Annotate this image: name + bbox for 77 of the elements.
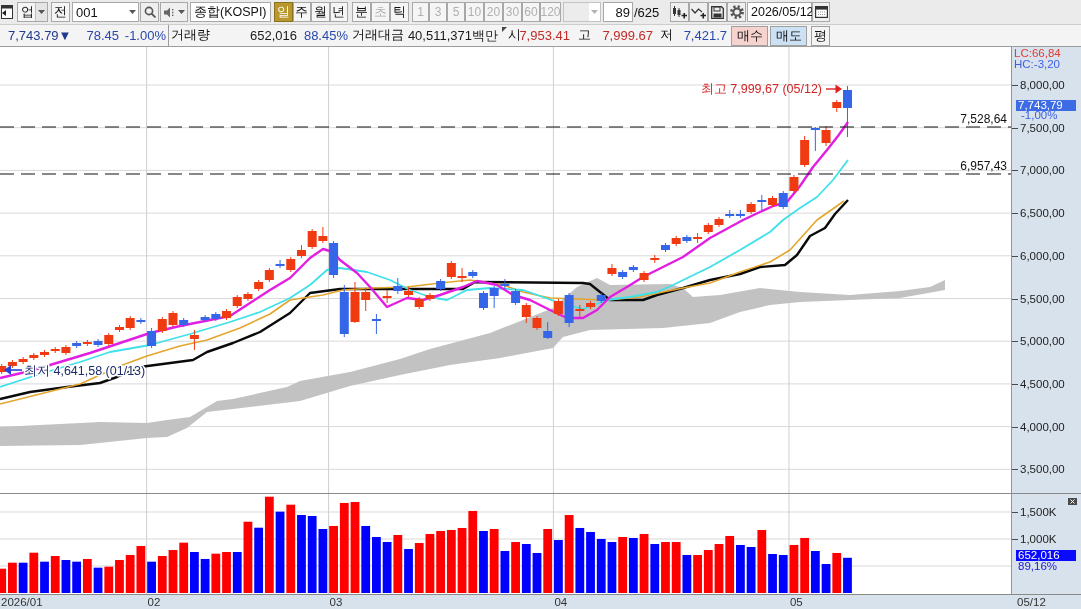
axis-label: 8,000,00 [1020, 79, 1065, 91]
volume-ratio-label: 89,16% [1018, 561, 1057, 572]
indicator-label: LC:66,84 [1014, 48, 1061, 59]
pointer-arrow [825, 84, 842, 94]
order-button[interactable]: 평 [811, 25, 830, 46]
level-label: 6,957,43 [960, 159, 1007, 173]
quote-value: -1.00% [124, 28, 166, 43]
quote-label: 거래량 [171, 27, 210, 44]
quote-value: 7,999.67 [602, 28, 653, 43]
corner-triangle-icon [502, 27, 507, 32]
current-volume-label: 652,016 [1016, 550, 1076, 561]
save-button[interactable] [708, 2, 727, 22]
current-price-label: 7,743,79 [1016, 100, 1076, 111]
quote-label: 시 [508, 27, 521, 44]
candlestick-add-icon [672, 5, 687, 19]
name-field[interactable]: 종합(KOSPI) [190, 2, 271, 22]
quote-label: 거래대금 [352, 27, 404, 44]
high-price-label: 최고 7,999,67 (05/12) [700, 82, 822, 96]
search-icon [143, 6, 156, 18]
save-icon [711, 5, 724, 19]
settings-button[interactable] [727, 2, 746, 22]
line-add-icon [691, 5, 706, 19]
quote-label: 저 [659, 27, 673, 44]
window-icon[interactable] [1, 4, 13, 20]
axis-label: 1,000K [1020, 533, 1057, 545]
quote-value: 7,743.79▼ [8, 28, 72, 43]
speaker-icon [163, 6, 175, 18]
settings-icon [729, 5, 744, 19]
quote-value: 78.45 [86, 28, 119, 43]
current-change-label: -1,00% [1021, 110, 1058, 121]
quote-label: 고 [578, 27, 591, 44]
quote-value: 652,016 [250, 28, 297, 43]
date-label: 05 [789, 596, 803, 609]
sound-button[interactable] [160, 2, 188, 22]
add-candle-button[interactable] [670, 2, 689, 22]
axis-label: 4,500,00 [1020, 377, 1065, 390]
axis-label: 4,000,00 [1020, 420, 1065, 433]
market-dropdown[interactable]: 업 [17, 2, 48, 22]
add-line-button[interactable] [689, 2, 708, 22]
period-tab[interactable]: 틱 [390, 2, 409, 22]
caret-icon [591, 10, 598, 14]
order-button[interactable]: 매수 [731, 25, 768, 46]
close-icon[interactable] [1068, 498, 1077, 505]
quote-value: 88.45% [303, 28, 348, 43]
axis-label: 7,500,00 [1020, 121, 1065, 134]
quote-value: 7,421.7 [683, 28, 727, 43]
search-button[interactable] [140, 2, 159, 22]
date-label: 02 [147, 596, 161, 609]
caret-icon [177, 10, 185, 14]
date-field[interactable]: 2026/05/12 [747, 2, 812, 22]
order-button[interactable]: 매도 [770, 25, 807, 46]
axis-label: 3,500,00 [1020, 463, 1065, 476]
period-tab[interactable]: 월 [311, 2, 330, 22]
period-tab[interactable]: 분 [352, 2, 371, 22]
caret-icon [129, 10, 136, 14]
caret-icon [38, 10, 45, 14]
axis-label: 6,000,00 [1020, 249, 1065, 262]
date-label: 03 [329, 596, 343, 609]
date-label: 2026/01 [1, 596, 43, 609]
quote-value: 7,953.41 [519, 28, 570, 43]
pointer-arrow [4, 365, 23, 375]
level-label: 7,528,64 [960, 112, 1007, 126]
axis-label: 5,500,00 [1020, 292, 1065, 305]
axis-label: 5,000,00 [1020, 335, 1065, 348]
calendar-icon [814, 6, 828, 18]
bar-count-total: /625 [633, 4, 660, 20]
date-label: 05/12 [1017, 596, 1046, 609]
code-dropdown[interactable]: 001 [72, 2, 139, 22]
indicator-label: HC:-3,20 [1014, 59, 1061, 70]
axis-label: 1,500K [1020, 506, 1057, 518]
quote-value: 40,511,371백만 [407, 26, 498, 45]
axis-label: 6,500,00 [1020, 207, 1065, 220]
calendar-button[interactable] [812, 2, 830, 22]
date-label: 04 [554, 596, 568, 609]
axis-label: 7,000,00 [1020, 164, 1065, 177]
bar-count-field[interactable]: 89 [603, 2, 633, 22]
all-button[interactable]: 전 [51, 2, 70, 22]
